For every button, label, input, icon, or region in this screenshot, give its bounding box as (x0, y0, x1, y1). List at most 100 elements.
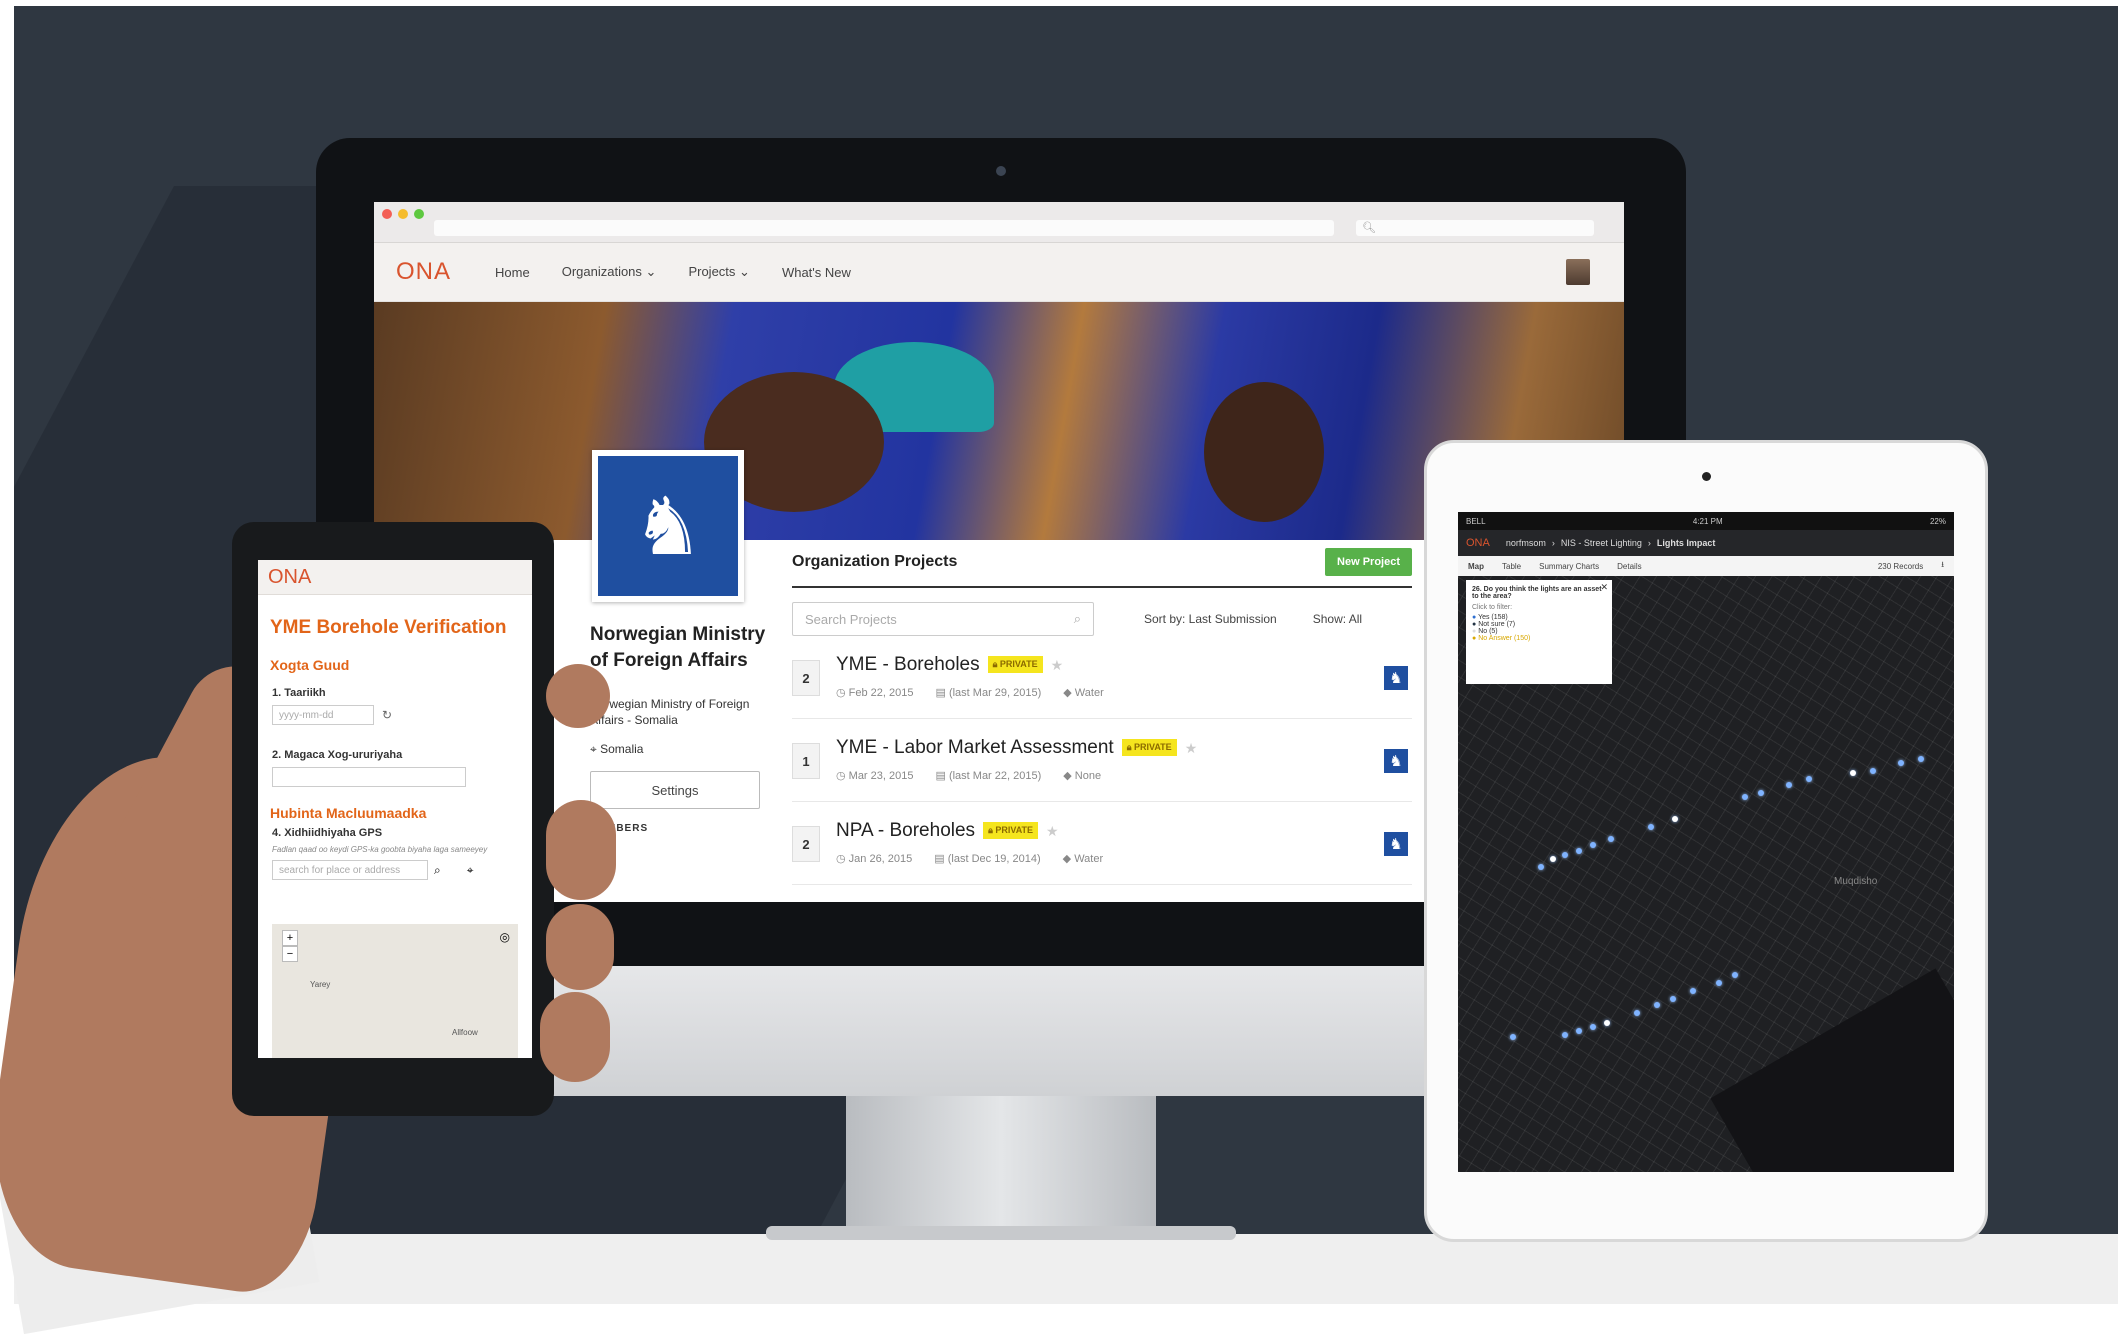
map-point[interactable] (1806, 776, 1812, 782)
date-input[interactable]: yyyy-mm-dd (272, 705, 374, 725)
map-point[interactable] (1870, 768, 1876, 774)
map-point[interactable] (1648, 824, 1654, 830)
project-name[interactable]: YME - Boreholes 🔒︎ PRIVATE ★ (836, 654, 1063, 676)
filter-option[interactable]: ● Not sure (7) (1472, 621, 1606, 628)
settings-button[interactable]: Settings (590, 771, 760, 809)
project-row[interactable]: 2 YME - Boreholes 🔒︎ PRIVATE ★ ◷ Feb 22, 2… (792, 636, 1412, 719)
map-point[interactable] (1576, 1028, 1582, 1034)
map-point[interactable] (1918, 756, 1924, 762)
gps-map[interactable]: + − ◎ Yarey Allfoow (272, 924, 518, 1058)
project-meta: ◷ Feb 22, 2015 ▤ (last Mar 29, 2015) ◆ W… (836, 686, 1104, 699)
map-point[interactable] (1758, 790, 1764, 796)
project-title[interactable]: NPA - Boreholes (836, 820, 975, 841)
map-point[interactable] (1538, 864, 1544, 870)
map-point[interactable] (1576, 848, 1582, 854)
search-icon[interactable]: ⌕ (1074, 611, 1081, 627)
map-point[interactable] (1590, 1024, 1596, 1030)
breadcrumb-org[interactable]: norfmsom (1506, 538, 1546, 548)
map-point[interactable] (1732, 972, 1738, 978)
map-point[interactable] (1654, 1002, 1660, 1008)
map-search-input[interactable]: search for place or address (272, 860, 428, 880)
form-count: 1 (792, 743, 820, 779)
map-point[interactable] (1550, 856, 1556, 862)
dot-icon: ● (1472, 621, 1477, 628)
carrier-label: BELL (1466, 516, 1486, 526)
location-pin-icon: ⌖ (590, 742, 597, 756)
address-bar[interactable] (434, 220, 1334, 236)
project-tag: ◆ Water (1063, 687, 1104, 699)
map-point[interactable] (1670, 996, 1676, 1002)
download-icon[interactable]: ⭳ (1941, 559, 1944, 573)
form-count: 2 (792, 826, 820, 862)
org-logo-card: ♞ (592, 450, 744, 602)
zoom-out-button[interactable]: − (282, 946, 298, 962)
minimize-dot-icon[interactable] (398, 209, 408, 219)
project-row[interactable]: 1 YME - Labor Market Assessment 🔒︎ PRIVAT… (792, 719, 1412, 802)
project-title[interactable]: YME - Labor Market Assessment (836, 737, 1114, 758)
ona-logo[interactable]: ONA (268, 566, 311, 589)
star-icon[interactable]: ★ (1185, 740, 1198, 756)
project-name[interactable]: YME - Labor Market Assessment 🔒︎ PRIVATE ★ (836, 737, 1197, 759)
map-point[interactable] (1690, 988, 1696, 994)
project-name[interactable]: NPA - Boreholes 🔒︎ PRIVATE ★ (836, 820, 1059, 842)
star-icon[interactable]: ★ (1046, 823, 1059, 839)
org-crest-icon: ♞ (1384, 666, 1408, 690)
project-row[interactable]: 2 NPA - Boreholes 🔒︎ PRIVATE ★ ◷ Jan 26, 2… (792, 802, 1412, 885)
filter-option[interactable]: ● Yes (158) (1472, 614, 1606, 621)
project-title[interactable]: YME - Boreholes (836, 654, 980, 675)
tab-table[interactable]: Table (1502, 562, 1521, 571)
breadcrumb-form[interactable]: Lights Impact (1657, 538, 1716, 548)
battery-level: 22% (1929, 516, 1946, 526)
ona-logo[interactable]: ONA (1466, 537, 1490, 549)
user-avatar[interactable] (1566, 259, 1590, 285)
tab-summary-charts[interactable]: Summary Charts (1539, 562, 1599, 571)
browser-search-field[interactable]: 🔍︎ (1356, 220, 1594, 236)
map-point[interactable] (1562, 1032, 1568, 1038)
map-point[interactable] (1898, 760, 1904, 766)
private-badge: 🔒︎ PRIVATE (987, 656, 1043, 674)
last-submission: ▤ (last Mar 22, 2015) (935, 770, 1042, 782)
new-project-button[interactable]: New Project (1325, 548, 1412, 576)
breadcrumb-project[interactable]: NIS - Street Lighting (1561, 538, 1642, 548)
close-dot-icon[interactable] (382, 209, 392, 219)
projects-header: Organization Projects New Project (792, 548, 1412, 588)
map-point[interactable] (1510, 1034, 1516, 1040)
sort-dropdown[interactable]: Sort by: Last Submission (1144, 612, 1277, 626)
refresh-icon[interactable]: ↻ (382, 708, 392, 722)
close-icon[interactable]: ✕ (1600, 582, 1608, 593)
map-point[interactable] (1742, 794, 1748, 800)
zoom-in-button[interactable]: + (282, 930, 298, 946)
show-filter-dropdown[interactable]: Show: All (1313, 612, 1362, 626)
nav-whats-new[interactable]: What's New (782, 265, 851, 280)
crosshair-icon[interactable]: ⌖ (467, 863, 474, 878)
globe-icon[interactable]: ◎ (500, 930, 510, 944)
search-icon[interactable]: ⌕ (434, 863, 441, 878)
org-crest-icon: ♞ (1384, 832, 1408, 856)
nav-projects[interactable]: Projects ⌄ (688, 264, 750, 280)
nav-organizations[interactable]: Organizations ⌄ (562, 264, 657, 280)
ona-logo[interactable]: ONA (396, 258, 451, 286)
nav-home[interactable]: Home (495, 265, 530, 280)
collector-name-input[interactable] (272, 767, 466, 787)
map-point[interactable] (1634, 1010, 1640, 1016)
filter-option[interactable]: ● No Answer (150) (1472, 635, 1606, 642)
map-point[interactable] (1716, 980, 1722, 986)
star-icon[interactable]: ★ (1051, 657, 1064, 673)
map-point[interactable] (1786, 782, 1792, 788)
filter-option[interactable]: ● No (5) (1472, 628, 1606, 635)
project-search-input[interactable]: Search Projects ⌕ (792, 602, 1094, 636)
filter-popup[interactable]: 26. Do you think the lights are an asset… (1466, 580, 1612, 684)
map-point[interactable] (1604, 1020, 1610, 1026)
map-point[interactable] (1590, 842, 1596, 848)
maximize-dot-icon[interactable] (414, 209, 424, 219)
project-meta: ◷ Jan 26, 2015 ▤ (last Dec 19, 2014) ◆ W… (836, 852, 1103, 865)
map-point[interactable] (1850, 770, 1856, 776)
dark-street-map[interactable]: Muqdisho 26. Do you think the lights are… (1458, 576, 1954, 1172)
map-point[interactable] (1672, 816, 1678, 822)
search-placeholder: Search Projects (805, 611, 897, 627)
members-heading: MEMBERS (590, 823, 649, 834)
tab-map[interactable]: Map (1468, 562, 1484, 571)
tab-details[interactable]: Details (1617, 562, 1641, 571)
map-point[interactable] (1608, 836, 1614, 842)
map-point[interactable] (1562, 852, 1568, 858)
